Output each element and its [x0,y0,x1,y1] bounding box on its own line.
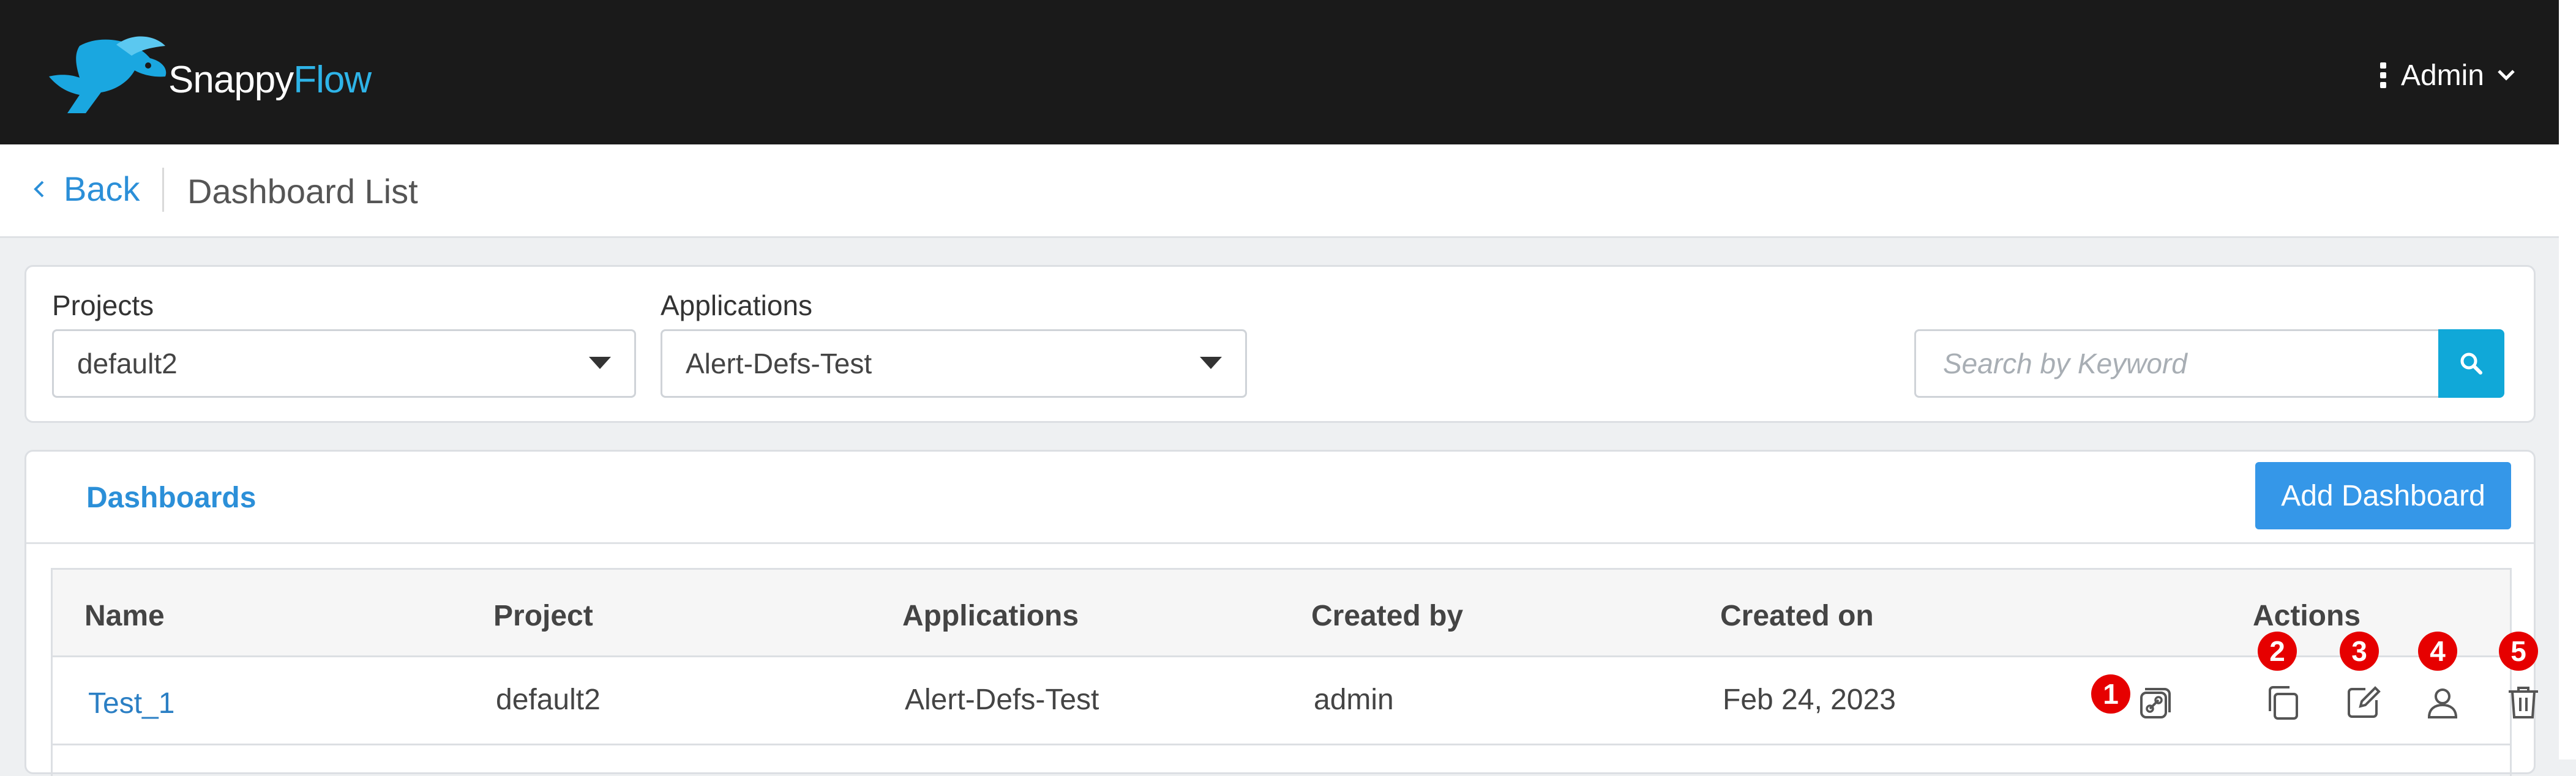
search-input[interactable] [1914,329,2438,398]
dashboards-table: Name Project Applications Created by Cre… [51,568,2538,776]
snappyflow-logo[interactable]: SnappyFlow [43,34,398,119]
page-header: Back Dashboard List [0,144,2561,238]
annotation-badge-5: 5 [2499,632,2538,671]
filter-panel: Projects default2 Applications Alert-Def… [24,265,2536,423]
table-row: Test_1 default2 Alert-Defs-Test admin Fe… [53,632,2538,745]
column-header-project[interactable]: Project [493,599,593,633]
window-edge [2559,0,2576,759]
admin-label: Admin [2400,59,2484,92]
chevron-left-icon [34,181,44,197]
dashboard-name-link[interactable]: Test_1 [88,687,174,720]
add-dashboard-button[interactable]: Add Dashboard [2255,462,2511,529]
annotation-badge-4: 4 [2418,632,2457,671]
page-title: Dashboard List [187,172,418,211]
annotation-badge-1: 1 [2091,674,2130,714]
delete-dashboard-button[interactable] [2501,681,2545,725]
rabbit-logo-icon [49,36,167,113]
logo-text-flow: Flow [293,59,372,101]
cell-project: default2 [496,684,601,716]
search-box [1914,329,2504,398]
cell-created-on: Feb 24, 2023 [1723,684,1896,716]
breadcrumb-divider [162,168,164,212]
chevron-down-icon [2498,70,2515,81]
projects-select-value: default2 [77,348,178,379]
copy-dashboard-button[interactable] [2261,681,2305,725]
edit-icon [2348,686,2381,718]
applications-label: Applications [661,289,813,321]
user-icon [2427,688,2458,718]
column-header-created-by[interactable]: Created by [1311,599,1463,633]
admin-menu[interactable]: Admin [2379,54,2517,97]
tab-divider [26,542,2534,544]
kebab-icon [2379,62,2386,88]
trash-icon [2509,687,2538,718]
annotation-badge-3: 3 [2340,632,2379,671]
projects-label: Projects [52,289,154,321]
caret-down-icon [1200,357,1222,369]
back-link[interactable]: Back [29,169,140,209]
link-icon [2140,688,2171,718]
column-header-applications[interactable]: Applications [902,599,1079,633]
link-dashboard-button[interactable] [2133,681,2177,725]
applications-select[interactable]: Alert-Defs-Test [661,329,1247,398]
dashboards-panel: Dashboards Add Dashboard Name Project Ap… [24,450,2538,776]
column-header-actions: Actions [2253,600,2361,632]
top-navbar: SnappyFlow Admin [0,0,2576,144]
tab-dashboards[interactable]: Dashboards [86,481,256,515]
table-header: Name Project Applications Created by Cre… [53,568,2510,657]
logo-text-snappy: Snappy [168,59,294,101]
applications-select-value: Alert-Defs-Test [686,348,872,379]
caret-down-icon [589,357,611,369]
cell-applications: Alert-Defs-Test [905,684,1099,716]
annotation-badge-2: 2 [2258,632,2297,671]
column-header-created-on[interactable]: Created on [1720,599,1874,633]
column-header-name[interactable]: Name [84,599,165,633]
search-icon [2460,353,2482,375]
projects-select[interactable]: default2 [52,329,636,398]
search-button[interactable] [2438,329,2504,398]
copy-icon [2269,686,2298,720]
share-dashboard-button[interactable] [2421,681,2465,725]
edit-dashboard-button[interactable] [2341,681,2385,725]
cell-created-by: admin [1314,684,1394,716]
back-label: Back [64,170,140,208]
